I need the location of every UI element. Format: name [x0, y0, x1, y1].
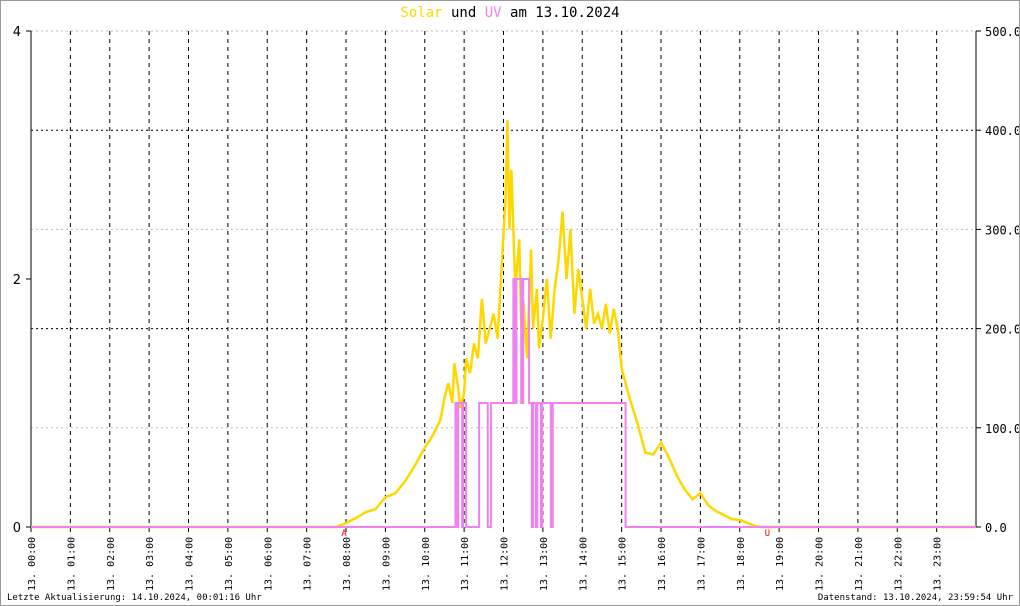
x-tick-label: 13. 04:00: [185, 537, 196, 591]
footer-last-update: Letzte Aktualisierung: 14.10.2024, 00:01…: [7, 593, 262, 603]
right-tick-label: 300.0: [985, 223, 1019, 237]
x-tick-label: 13. 20:00: [815, 537, 826, 591]
x-tick-label: 13. 09:00: [381, 537, 392, 591]
x-tick-label: 13. 08:00: [342, 537, 353, 591]
x-tick-label: 13. 16:00: [657, 537, 668, 591]
x-tick-label: 13. 00:00: [27, 537, 38, 591]
x-tick-label: 13. 05:00: [224, 537, 235, 591]
left-tick-label: 4: [13, 25, 21, 40]
x-tick-label: 13. 14:00: [578, 537, 589, 591]
sun-marker-a: A: [341, 529, 347, 539]
x-tick-label: 13. 12:00: [500, 537, 511, 591]
right-tick-label: 400.0: [985, 124, 1019, 138]
x-tick-label: 13. 18:00: [736, 537, 747, 591]
right-tick-label: 200.0: [985, 323, 1019, 337]
right-tick-label: 0.0: [985, 521, 1007, 535]
x-tick-label: 13. 07:00: [303, 537, 314, 591]
footer-data-status: Datenstand: 13.10.2024, 23:59:54 Uhr: [817, 593, 1013, 603]
left-tick-label: 0: [13, 521, 21, 536]
x-tick-label: 13. 21:00: [854, 537, 865, 591]
left-tick-label: 2: [13, 273, 21, 288]
x-tick-label: 13. 01:00: [66, 537, 77, 591]
x-tick-label: 13. 03:00: [145, 537, 156, 591]
x-tick-label: 13. 10:00: [421, 537, 432, 591]
x-tick-label: 13. 11:00: [460, 537, 471, 591]
x-tick-label: 13. 02:00: [106, 537, 117, 591]
x-tick-label: 13. 13:00: [539, 537, 550, 591]
chart-container: Solar und UV am 13.10.2024 0.0 100.0 200.0…: [0, 0, 1020, 606]
right-tick-label: 500.0: [985, 25, 1019, 39]
right-tick-label: 100.0: [985, 422, 1019, 436]
x-tick-label: 13. 19:00: [775, 537, 786, 591]
x-tick-label: 13. 15:00: [618, 537, 629, 591]
x-tick-label: 13. 23:00: [933, 537, 944, 591]
x-tick-label: 13. 06:00: [263, 537, 274, 591]
x-tick-label: 13. 17:00: [696, 537, 707, 591]
sun-marker-u: U: [765, 529, 770, 539]
plot-area: 0.0 100.0 200.0 300.0 400.0 500.0 0 2 4 13. 00:00…: [13, 25, 1019, 591]
x-tick-label: 13. 22:00: [893, 537, 904, 591]
